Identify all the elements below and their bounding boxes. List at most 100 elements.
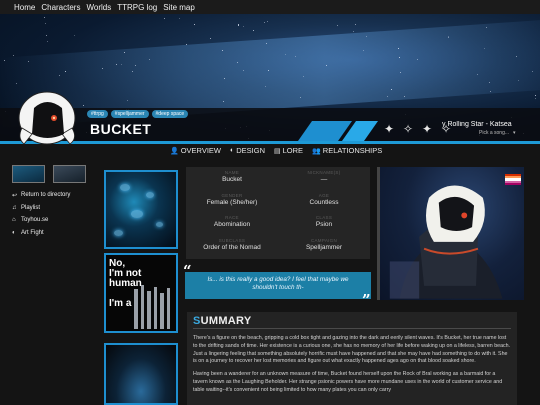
jellyfish-shape bbox=[156, 222, 163, 227]
tab-lore[interactable]: ▤ LORE bbox=[274, 146, 303, 155]
star-dot bbox=[222, 101, 224, 103]
glitch-pattern bbox=[134, 285, 170, 329]
tag-ttrpg[interactable]: #ttrpg bbox=[87, 110, 108, 118]
person-icon: 👤 bbox=[170, 147, 179, 155]
image-text-line: I'm a bbox=[109, 298, 132, 309]
nav-ttrpg-log[interactable]: TTRPG log bbox=[117, 3, 157, 12]
decorative-stripes bbox=[297, 121, 379, 141]
tag-spelljammer[interactable]: #spelljammer bbox=[110, 110, 149, 118]
tab-label: DESIGN bbox=[236, 146, 266, 155]
return-icon: ↩ bbox=[12, 192, 18, 199]
info-label: RACE bbox=[225, 215, 239, 220]
info-label: AGE bbox=[318, 193, 330, 198]
info-race: RACE Abomination bbox=[186, 215, 278, 228]
summary-paragraph: There's a figure on the beach, gripping … bbox=[193, 335, 511, 365]
sidebar-item-return[interactable]: ↩ Return to directory bbox=[12, 189, 70, 202]
star-dot bbox=[73, 35, 75, 37]
star-dot bbox=[266, 20, 268, 22]
chevron-down-icon: ▾ bbox=[513, 130, 516, 136]
star-dot bbox=[534, 95, 536, 97]
song-title: y Rolling Star - Katsea bbox=[442, 121, 512, 128]
star-dot bbox=[44, 16, 46, 18]
tag-list: #ttrpg #spelljammer #deep space bbox=[87, 110, 189, 118]
info-subclass: SUBCLASS Order of the Nomad bbox=[186, 238, 278, 251]
thumbnail-image[interactable] bbox=[53, 165, 86, 183]
star-dot bbox=[3, 60, 5, 62]
character-avatar bbox=[18, 91, 76, 145]
star-dot bbox=[490, 90, 492, 92]
sidebar-item-playlist[interactable]: ♫ Playlist bbox=[12, 202, 70, 215]
tag-deep-space[interactable]: #deep space bbox=[151, 110, 189, 118]
summary-title: SUMMARY bbox=[193, 315, 252, 327]
summary-heading: SUMMARY bbox=[193, 312, 511, 330]
character-portrait[interactable] bbox=[377, 167, 524, 300]
star-dot bbox=[263, 22, 265, 24]
sprite-b-icon: ✧ bbox=[402, 122, 414, 136]
jellyfish-shape bbox=[114, 230, 123, 236]
gallery-image-jellyfish[interactable] bbox=[104, 170, 178, 249]
summary-divider bbox=[193, 328, 511, 329]
toyhouse-icon: ⌂ bbox=[12, 217, 16, 224]
info-gender: GENDER Female (She/her) bbox=[186, 193, 278, 206]
music-icon: ♫ bbox=[12, 204, 17, 211]
info-label: GENDER bbox=[221, 193, 243, 198]
tab-label: LORE bbox=[282, 146, 304, 155]
tab-relationships[interactable]: 👥 RELATIONSHIPS bbox=[312, 146, 382, 155]
book-icon: ▤ bbox=[274, 147, 281, 155]
character-name: BUCKET bbox=[90, 121, 152, 137]
sidebar-item-label: Return to directory bbox=[21, 192, 71, 199]
star-dot bbox=[365, 35, 367, 37]
star-dot bbox=[336, 25, 338, 27]
gallery-image-corridor[interactable] bbox=[104, 343, 178, 405]
sidebar-item-toyhouse[interactable]: ⌂ Toyhou.se bbox=[12, 214, 70, 227]
close-quote-icon: ” bbox=[362, 291, 371, 309]
star-dot bbox=[102, 67, 104, 69]
info-label: SUBCLASS bbox=[218, 238, 246, 243]
gallery-image-text[interactable]: No, I'm not human I'm a bbox=[104, 253, 178, 333]
sidebar-item-art-fight[interactable]: ◐ Art Fight bbox=[12, 227, 70, 240]
info-value: Spelljammer bbox=[305, 244, 343, 251]
info-label: NICKNAME(S) bbox=[307, 170, 341, 175]
jellyfish-shape bbox=[120, 184, 130, 191]
info-value: Order of the Nomad bbox=[203, 244, 261, 251]
sidebar-item-label: Toyhou.se bbox=[21, 217, 49, 224]
sprite-c-icon: ✦ bbox=[421, 122, 433, 136]
star-dot bbox=[238, 25, 240, 27]
info-class: CLASS Psion bbox=[278, 215, 370, 228]
nav-site-map[interactable]: Site map bbox=[163, 3, 195, 12]
sidebar-item-label: Playlist bbox=[21, 204, 41, 211]
tab-design[interactable]: ◐ DESIGN bbox=[230, 146, 265, 155]
info-value: — bbox=[320, 176, 328, 183]
star-dot bbox=[403, 95, 405, 97]
star-dot bbox=[237, 23, 239, 25]
info-value: Bucket bbox=[222, 176, 242, 183]
star-dot bbox=[46, 40, 48, 42]
song-picker-label: Pick a song... bbox=[479, 130, 510, 136]
info-value: Countless bbox=[309, 199, 339, 206]
star-dot bbox=[45, 34, 47, 36]
nav-characters[interactable]: Characters bbox=[41, 3, 80, 12]
summary-section: SUMMARY There's a figure on the beach, g… bbox=[187, 312, 517, 405]
info-table: NAME Bucket NICKNAME(S) — GENDER Female (Sh… bbox=[186, 167, 370, 259]
info-label: CLASS bbox=[315, 215, 333, 220]
sprite-a-icon: ✦ bbox=[383, 122, 395, 136]
star-dot bbox=[194, 23, 196, 25]
pride-flag-icon bbox=[505, 174, 521, 185]
info-label: NAME bbox=[224, 170, 240, 175]
star-dot bbox=[534, 98, 536, 100]
thumbnail-image[interactable] bbox=[12, 165, 45, 183]
info-value: Abomination bbox=[213, 221, 251, 228]
star-dot bbox=[355, 23, 357, 25]
music-player: y Rolling Star - Katsea Pick a song... ▾ bbox=[442, 121, 540, 136]
tab-overview[interactable]: 👤 OVERVIEW bbox=[170, 146, 221, 155]
sidebar-item-label: Art Fight bbox=[21, 229, 44, 236]
nav-home[interactable]: Home bbox=[14, 3, 35, 12]
sidebar-links: ↩ Return to directory ♫ Playlist ⌂ Toyhou.s… bbox=[12, 189, 70, 239]
summary-title-initial: S bbox=[193, 315, 201, 327]
star-dot bbox=[15, 82, 17, 84]
song-picker[interactable]: Pick a song... ▾ bbox=[475, 130, 540, 136]
profile-tabs: 👤 OVERVIEW ◐ DESIGN ▤ LORE 👥 RELATIONSHIPS bbox=[170, 146, 382, 155]
nav-worlds[interactable]: Worlds bbox=[86, 3, 111, 12]
tab-label: OVERVIEW bbox=[180, 146, 222, 155]
star-dot bbox=[210, 37, 212, 39]
